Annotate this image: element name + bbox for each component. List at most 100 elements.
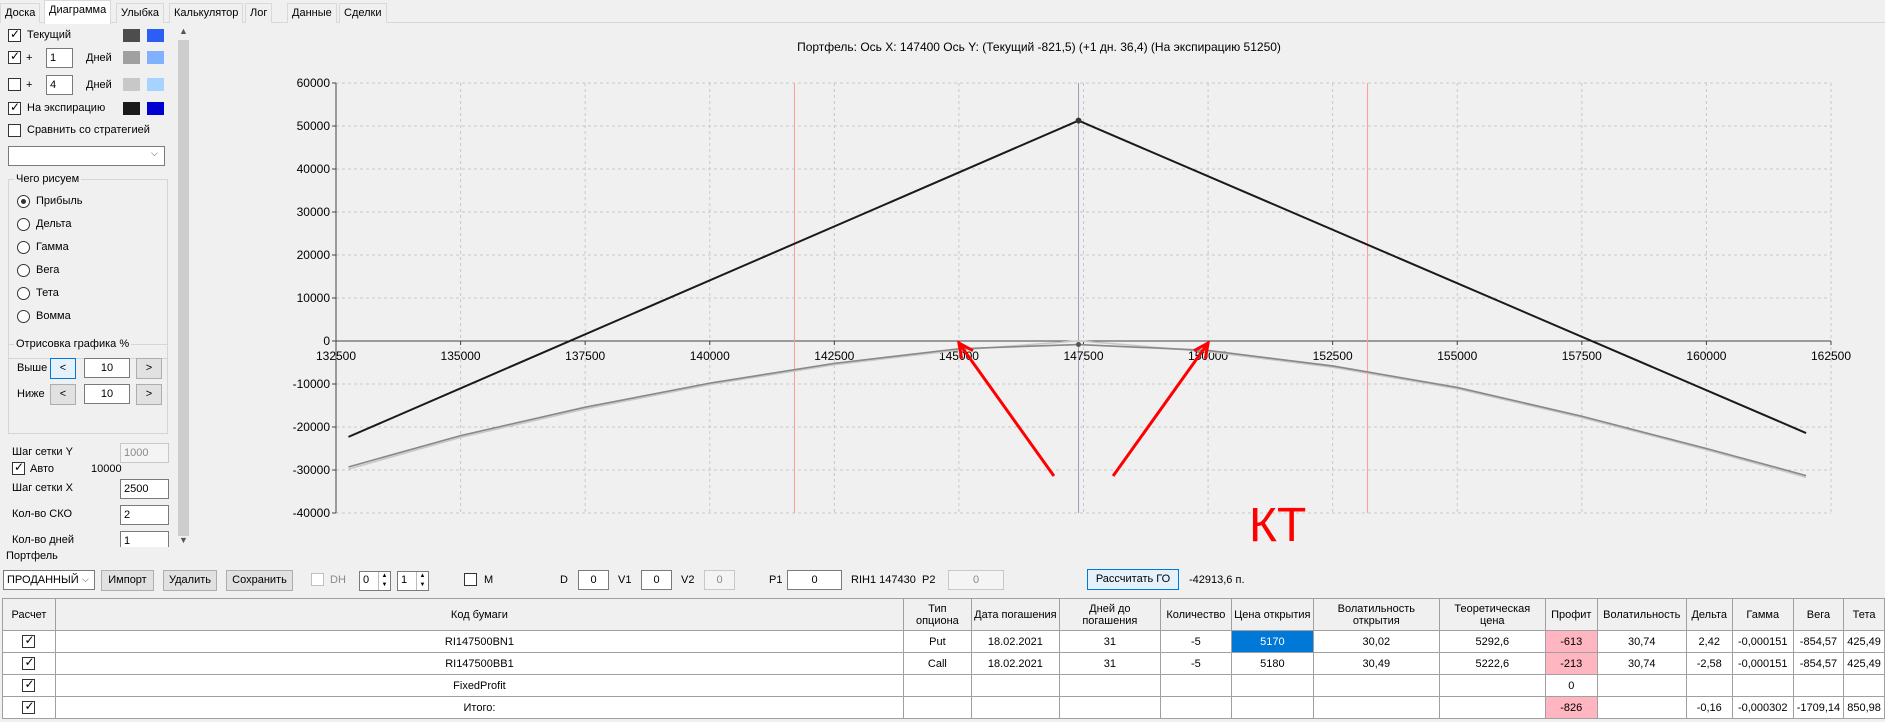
calc-checkbox[interactable]	[2, 652, 56, 675]
v1-input[interactable]: 0	[641, 570, 672, 590]
col-header[interactable]: Расчет	[2, 598, 56, 631]
below-less-button[interactable]: <	[50, 384, 76, 405]
check-icon[interactable]	[22, 699, 36, 714]
current-checkbox[interactable]	[8, 27, 21, 42]
spin-down-icon[interactable]: ▼	[416, 581, 428, 590]
compare-checkbox[interactable]	[8, 124, 21, 137]
radio-theta[interactable]	[17, 287, 30, 300]
tab-kalkulyator[interactable]: Калькулятор	[169, 3, 244, 23]
days-count-input[interactable]: 1	[120, 531, 169, 547]
radio-vomma[interactable]	[17, 310, 30, 323]
chevron-down-icon[interactable]: ⌵	[151, 148, 158, 159]
check-icon[interactable]	[22, 677, 36, 692]
table-row[interactable]: FixedProfit 0	[2, 674, 1885, 697]
above-more-button[interactable]: >	[136, 358, 162, 379]
col-header[interactable]: Код бумаги	[54, 598, 904, 631]
days1-checkbox[interactable]	[8, 49, 21, 64]
cell	[1438, 674, 1546, 697]
tab-log[interactable]: Лог	[245, 3, 273, 23]
col-header[interactable]: Профит	[1544, 598, 1598, 631]
y-tick-label: -40000	[293, 506, 331, 520]
spin-up-icon[interactable]: ▲	[416, 572, 428, 581]
x-tick-label: 162500	[1811, 349, 1851, 363]
chevron-up-icon[interactable]: ▲	[176, 24, 191, 38]
tab-ulybka[interactable]: Улыбка	[116, 3, 165, 23]
below-input[interactable]: 10	[84, 384, 130, 404]
cell-selected[interactable]: 5170	[1230, 630, 1314, 653]
dh-spin1[interactable]: 0 ▲ ▼	[359, 571, 391, 591]
days2-blue-color[interactable]	[147, 78, 164, 91]
m-checkbox[interactable]	[464, 573, 477, 586]
current-dark-color[interactable]	[123, 29, 140, 42]
calc-checkbox[interactable]	[2, 674, 56, 697]
calc-go-button[interactable]: Рассчитать ГО	[1087, 569, 1179, 590]
tab-diagramma[interactable]: Диаграмма	[44, 0, 112, 24]
col-header[interactable]: Дельта	[1685, 598, 1733, 631]
delete-button[interactable]: Удалить	[163, 570, 217, 591]
p1-input[interactable]: 0	[787, 570, 842, 590]
col-header[interactable]: Волатильность открытия	[1312, 598, 1440, 631]
tab-doska[interactable]: Доска	[0, 3, 41, 23]
cell	[902, 696, 972, 719]
col-header[interactable]: Цена открытия	[1230, 598, 1314, 631]
days1-input[interactable]: 1	[46, 48, 73, 68]
col-header[interactable]: Дней до погашения	[1058, 598, 1161, 631]
below-more-button[interactable]: >	[136, 384, 162, 405]
days1-dark-color[interactable]	[123, 51, 140, 64]
plus-label: +	[26, 79, 33, 91]
days2-input[interactable]: 4	[46, 75, 73, 95]
col-header[interactable]: Тип опциона	[902, 598, 972, 631]
tab-dannye[interactable]: Данные	[287, 3, 337, 23]
col-header[interactable]: Количество	[1159, 598, 1232, 631]
days2-dark-color[interactable]	[123, 78, 140, 91]
col-header[interactable]: Вега	[1792, 598, 1845, 631]
table-row-total[interactable]: Итого: -826 -0,16 -0,000302 -1709,14 850…	[2, 696, 1885, 719]
compare-strategy-select[interactable]	[8, 146, 165, 166]
col-header[interactable]: Гамма	[1731, 598, 1794, 631]
radio-delta[interactable]	[17, 218, 30, 231]
import-button[interactable]: Импорт	[101, 570, 154, 591]
save-button[interactable]: Сохранить	[226, 570, 293, 591]
dh-spin2[interactable]: 1 ▲ ▼	[397, 571, 429, 591]
col-header[interactable]: Дата погашения	[970, 598, 1060, 631]
check-icon[interactable]	[22, 633, 36, 648]
radio-vega[interactable]	[17, 264, 30, 277]
m-label: M	[484, 574, 494, 586]
cell: -5	[1159, 652, 1232, 675]
days2-checkbox[interactable]	[8, 78, 21, 91]
p2-label: P2	[922, 574, 936, 586]
radio-gamma[interactable]	[17, 241, 30, 254]
grid-step-y-input[interactable]: 1000	[120, 443, 169, 463]
auto-checkbox[interactable]	[12, 460, 25, 475]
radio-profit[interactable]	[17, 195, 30, 208]
tab-bar: Доска Диаграмма Улыбка Калькулятор Лог Д…	[0, 0, 1885, 24]
settings-scrollbar[interactable]: ▲ ▼	[176, 24, 191, 547]
expiration-dark-color[interactable]	[123, 102, 140, 115]
expiration-checkbox[interactable]	[8, 100, 21, 115]
above-input[interactable]: 10	[84, 358, 130, 378]
spin-down-icon[interactable]: ▼	[378, 581, 390, 590]
spin-up-icon[interactable]: ▲	[378, 572, 390, 581]
chevron-down-icon[interactable]: ⌵	[82, 574, 89, 585]
scrollbar-thumb[interactable]	[178, 40, 189, 536]
above-less-button[interactable]: <	[50, 358, 76, 379]
current-blue-color[interactable]	[147, 29, 164, 42]
days1-blue-color[interactable]	[147, 51, 164, 64]
chevron-down-icon[interactable]: ▼	[176, 533, 191, 547]
col-header[interactable]: Волатильность	[1596, 598, 1687, 631]
table-row[interactable]: RI147500BN1 Put 18.02.2021 31 -5 5170 30…	[2, 630, 1885, 653]
grid-step-x-input[interactable]: 2500	[120, 479, 169, 499]
sko-input[interactable]: 2	[120, 505, 169, 525]
expiration-blue-color[interactable]	[147, 102, 164, 115]
calc-checkbox[interactable]	[2, 630, 56, 653]
d-input[interactable]: 0	[578, 570, 609, 590]
v2-input[interactable]: 0	[704, 570, 735, 590]
calc-checkbox[interactable]	[2, 696, 56, 719]
col-header[interactable]: Теоретическая цена	[1438, 598, 1546, 631]
col-header[interactable]: Тета	[1843, 598, 1885, 631]
check-icon[interactable]	[22, 655, 36, 670]
table-row[interactable]: RI147500BB1 Call 18.02.2021 31 -5 5180 3…	[2, 652, 1885, 675]
dh-checkbox[interactable]	[311, 573, 324, 586]
p2-input[interactable]: 0	[948, 570, 1004, 590]
tab-sdelki[interactable]: Сделки	[339, 3, 387, 23]
